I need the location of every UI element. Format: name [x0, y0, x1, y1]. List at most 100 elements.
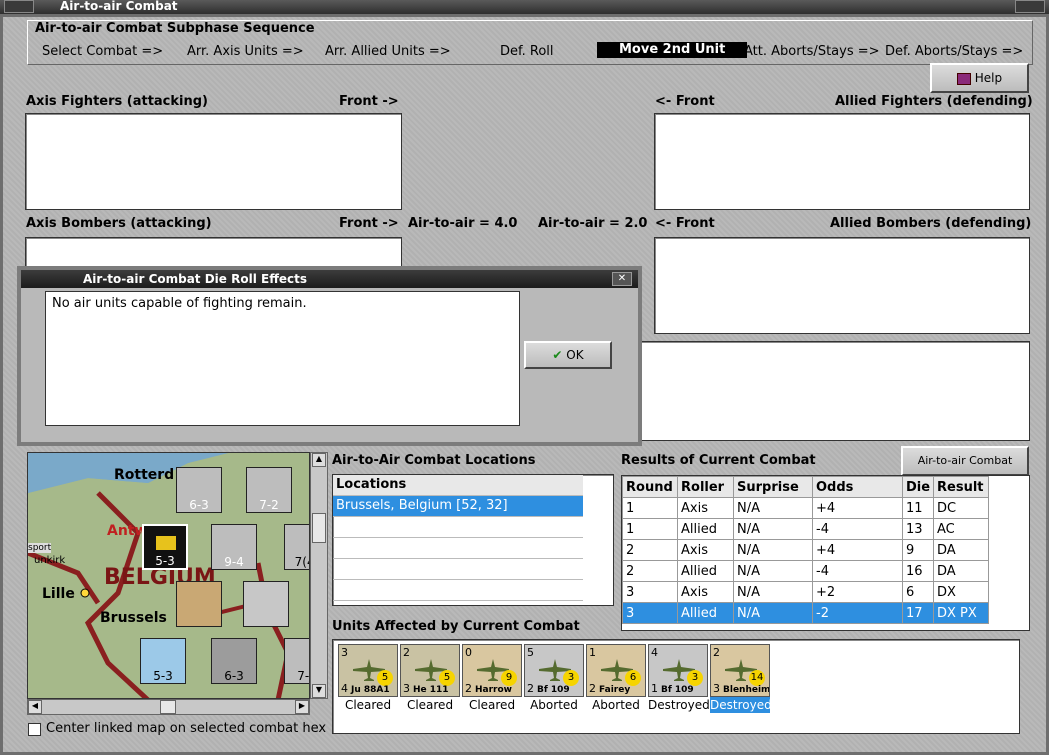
col-surprise: Surprise: [733, 476, 813, 498]
cell: Allied: [677, 518, 734, 540]
cell: 1: [622, 497, 678, 519]
center-map-checkbox[interactable]: [28, 723, 41, 736]
unit-card[interactable]: 0 9 2 Harrow Cleared: [462, 644, 522, 714]
cell: -2: [812, 602, 903, 624]
cell: +4: [812, 497, 903, 519]
counter-value: 5-3: [153, 669, 173, 683]
scroll-thumb[interactable]: [160, 700, 176, 714]
unit-rating: 5: [439, 670, 455, 686]
cell: AC: [933, 518, 989, 540]
step-move-2nd-unit: Move 2nd Unit: [597, 42, 748, 58]
mini-map[interactable]: Rotterd Antw BELGIUM Lille Brussels unki…: [27, 452, 310, 699]
unit-rating: 5: [377, 670, 393, 686]
window-title: Air-to-air Combat: [60, 0, 178, 13]
map-counter[interactable]: 6-3: [211, 638, 257, 684]
main-panel: Air-to-air Combat Subphase Sequence Sele…: [0, 14, 1049, 755]
close-button[interactable]: [1015, 0, 1045, 13]
location-row[interactable]: [333, 517, 583, 538]
window-titlebar: Air-to-air Combat: [0, 0, 1049, 14]
minimize-button[interactable]: [4, 0, 34, 13]
unit-bottom-left: 2: [589, 682, 596, 695]
map-air-unit-stack[interactable]: [176, 581, 222, 627]
table-row-selected[interactable]: 3 Allied N/A -2 17 DX PX: [622, 602, 989, 624]
map-air-unit-stack[interactable]: [243, 581, 289, 627]
close-icon[interactable]: ✕: [612, 272, 632, 286]
table-row[interactable]: 1 Allied N/A -4 13 AC: [622, 518, 989, 540]
locations-list[interactable]: Locations Brussels, Belgium [52, 32]: [332, 474, 614, 606]
scroll-thumb[interactable]: [312, 513, 326, 543]
scroll-right-icon[interactable]: ▶: [295, 700, 309, 714]
allied-fighters-box[interactable]: [654, 113, 1030, 210]
counter-value: 7(4): [294, 555, 309, 569]
unit-counter: 4 3 1 Bf 109: [648, 644, 708, 697]
ok-button[interactable]: ✔ OK: [524, 341, 612, 369]
map-counter[interactable]: 7(4): [284, 524, 309, 570]
map-counter[interactable]: 5-3: [140, 638, 186, 684]
scroll-down-icon[interactable]: ▼: [312, 684, 326, 698]
unit-top-left: 4: [651, 646, 658, 659]
counter-value: 7-2: [259, 498, 279, 512]
table-row[interactable]: 2 Allied N/A -4 16 DA: [622, 560, 989, 582]
step-def-roll: Def. Roll: [500, 44, 554, 59]
table-row[interactable]: 3 Axis N/A +2 6 DX: [622, 581, 989, 603]
location-row[interactable]: [333, 538, 583, 559]
axis-fighters-box[interactable]: [25, 113, 402, 210]
step-select-combat: Select Combat =>: [42, 44, 164, 59]
combat-chart-button[interactable]: Air-to-air Combat Chart: [901, 446, 1029, 493]
unit-counter: 1 6 2 Fairey: [586, 644, 646, 697]
map-label-rotterdam: Rotterd: [114, 467, 175, 483]
location-row[interactable]: [333, 559, 583, 580]
map-counter[interactable]: 7-2: [246, 467, 292, 513]
table-row[interactable]: 2 Axis N/A +4 9 DA: [622, 539, 989, 561]
dialog-message: No air units capable of fighting remain.: [45, 291, 520, 426]
book-icon: [956, 72, 971, 85]
cell: DX PX: [933, 602, 989, 624]
map-counter[interactable]: 7-5: [284, 638, 309, 684]
unit-card[interactable]: 2 14 3 Blenheim Destroyed: [710, 644, 772, 714]
scroll-up-icon[interactable]: ▲: [312, 453, 326, 467]
cell: Axis: [677, 581, 734, 603]
locations-header: Locations: [333, 475, 583, 496]
help-button[interactable]: Help: [930, 63, 1029, 93]
map-horizontal-scrollbar[interactable]: ◀ ▶: [27, 699, 310, 715]
unit-card[interactable]: 5 3 2 Bf 109 Aborted: [524, 644, 584, 714]
step-arr-axis: Arr. Axis Units =>: [187, 44, 304, 59]
map-vertical-scrollbar[interactable]: ▲ ▼: [310, 452, 328, 699]
map-counter[interactable]: 6-3: [176, 467, 222, 513]
location-row-selected[interactable]: Brussels, Belgium [52, 32]: [333, 496, 583, 517]
unit-card[interactable]: 1 6 2 Fairey Aborted: [586, 644, 646, 714]
scroll-left-icon[interactable]: ◀: [28, 700, 42, 714]
location-row[interactable]: [333, 580, 583, 601]
cell: 13: [902, 518, 934, 540]
unit-bottom-left: 2: [527, 682, 534, 695]
axis-bombers-box[interactable]: [25, 237, 402, 267]
unit-name: Ju 88A1: [351, 685, 390, 695]
locations-title: Air-to-Air Combat Locations: [332, 453, 536, 468]
ok-label: OK: [566, 348, 584, 362]
map-counter[interactable]: 9-4: [211, 524, 257, 570]
die-roll-dialog: Air-to-air Combat Die Roll Effects ✕ No …: [17, 266, 642, 446]
table-row[interactable]: 1 Axis N/A +4 11 DC: [622, 497, 989, 519]
unit-name: Bf 109: [537, 685, 570, 695]
unit-bottom-left: 3: [713, 682, 720, 695]
cell: 9: [902, 539, 934, 561]
unit-name: Blenheim: [723, 685, 770, 695]
unit-rating: 14: [749, 670, 765, 686]
counter-value: 9-4: [224, 555, 244, 569]
unit-card[interactable]: 4 3 1 Bf 109 Destroyed: [648, 644, 710, 714]
unit-name: Bf 109: [661, 685, 694, 695]
cell: 1: [622, 518, 678, 540]
cell: Axis: [677, 497, 734, 519]
unit-status: Aborted: [530, 698, 578, 712]
counter-value: 5-3: [155, 554, 175, 568]
unit-card[interactable]: 3 5 4 Ju 88A1 Cleared: [338, 644, 398, 714]
unit-card[interactable]: 2 5 3 He 111 Cleared: [400, 644, 460, 714]
unit-counter: 3 5 4 Ju 88A1: [338, 644, 398, 697]
unit-name: Fairey: [599, 685, 631, 695]
allied-air-to-air-value: Air-to-air = 2.0: [538, 216, 648, 231]
cell: N/A: [733, 518, 813, 540]
unit-top-left: 0: [465, 646, 472, 659]
allied-bombers-box[interactable]: [654, 237, 1030, 334]
col-result: Result: [933, 476, 989, 498]
map-counter-selected[interactable]: 5-3: [142, 524, 188, 570]
